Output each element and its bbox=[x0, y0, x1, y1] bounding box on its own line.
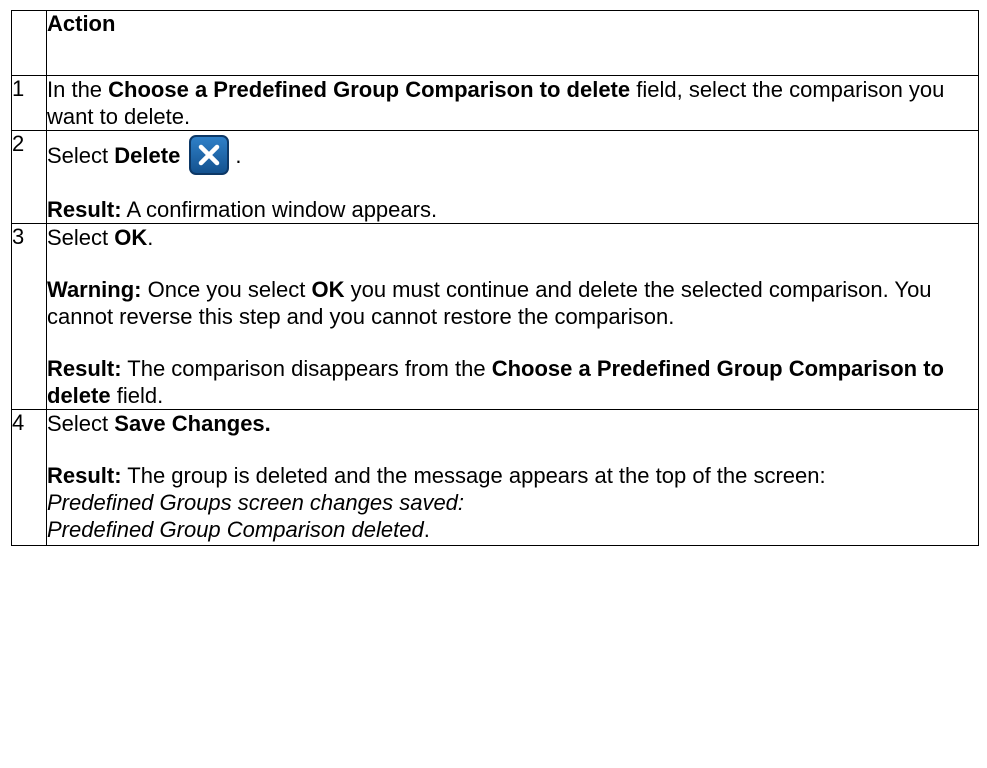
table-row: 2 Select Delete . Result: A confirmation… bbox=[11, 130, 979, 224]
message-text: Predefined Groups screen changes saved: bbox=[47, 489, 978, 516]
text-segment: Once you select bbox=[141, 277, 312, 302]
step-action: Select Save Changes. Result: The group i… bbox=[46, 409, 979, 546]
table-row: 3 Select OK. Warning: Once you select OK… bbox=[11, 223, 979, 410]
text-segment: field. bbox=[110, 383, 164, 408]
result-label: Result: bbox=[47, 356, 122, 381]
result-text: Result: A confirmation window appears. bbox=[47, 196, 978, 223]
procedure-table: Action 1 In the Choose a Predefined Grou… bbox=[11, 10, 979, 546]
message-line: Predefined Groups screen changes saved: bbox=[47, 490, 465, 515]
field-name: Choose a Predefined Group Comparison to … bbox=[108, 77, 631, 102]
text-segment: The group is deleted and the message app… bbox=[121, 463, 826, 488]
table-row: 1 In the Choose a Predefined Group Compa… bbox=[11, 75, 979, 131]
step-action: Select OK. Warning: Once you select OK y… bbox=[46, 223, 979, 410]
text-segment: In the bbox=[47, 77, 109, 102]
close-x-icon bbox=[189, 135, 230, 175]
text-segment: Select bbox=[47, 225, 115, 250]
text-segment: . bbox=[147, 225, 154, 250]
result-text: Result: The group is deleted and the mes… bbox=[47, 462, 978, 489]
text-segment: Select bbox=[47, 142, 115, 168]
step-text: In the Choose a Predefined Group Compari… bbox=[47, 76, 978, 130]
ok-label: OK bbox=[114, 225, 148, 250]
step-action: Select Delete . Result: A confirmation w… bbox=[46, 130, 979, 224]
message-text: Predefined Group Comparison deleted. bbox=[47, 516, 978, 543]
header-row: Action bbox=[11, 10, 979, 76]
result-label: Result: bbox=[47, 463, 122, 488]
warning-label: Warning: bbox=[47, 277, 142, 302]
save-changes-label: Save Changes. bbox=[114, 411, 271, 436]
table-row: 4 Select Save Changes. Result: The group… bbox=[11, 409, 979, 546]
text-segment: . bbox=[423, 517, 430, 542]
x-glyph bbox=[199, 144, 220, 166]
header-step-number bbox=[11, 10, 47, 76]
result-label: Result: bbox=[47, 197, 122, 222]
text-segment: . bbox=[235, 142, 242, 168]
text-segment: Select bbox=[47, 411, 115, 436]
warning-text: Warning: Once you select OK you must con… bbox=[47, 276, 978, 330]
step-number: 4 bbox=[11, 409, 47, 546]
text-segment: A confirmation window appears. bbox=[121, 197, 438, 222]
step-number: 2 bbox=[11, 130, 47, 224]
ok-label: OK bbox=[311, 277, 345, 302]
header-action: Action bbox=[46, 10, 979, 76]
step-action: In the Choose a Predefined Group Compari… bbox=[46, 75, 979, 131]
step-number: 1 bbox=[11, 75, 47, 131]
step-text: Select Save Changes. bbox=[47, 410, 978, 437]
step-text: Select OK. bbox=[47, 224, 978, 251]
step-number: 3 bbox=[11, 223, 47, 410]
delete-label: Delete bbox=[114, 142, 181, 168]
message-line: Predefined Group Comparison deleted bbox=[47, 517, 424, 542]
result-text: Result: The comparison disappears from t… bbox=[47, 355, 978, 409]
text-segment: The comparison disappears from the bbox=[121, 356, 492, 381]
step-text: Select Delete . bbox=[47, 135, 978, 175]
